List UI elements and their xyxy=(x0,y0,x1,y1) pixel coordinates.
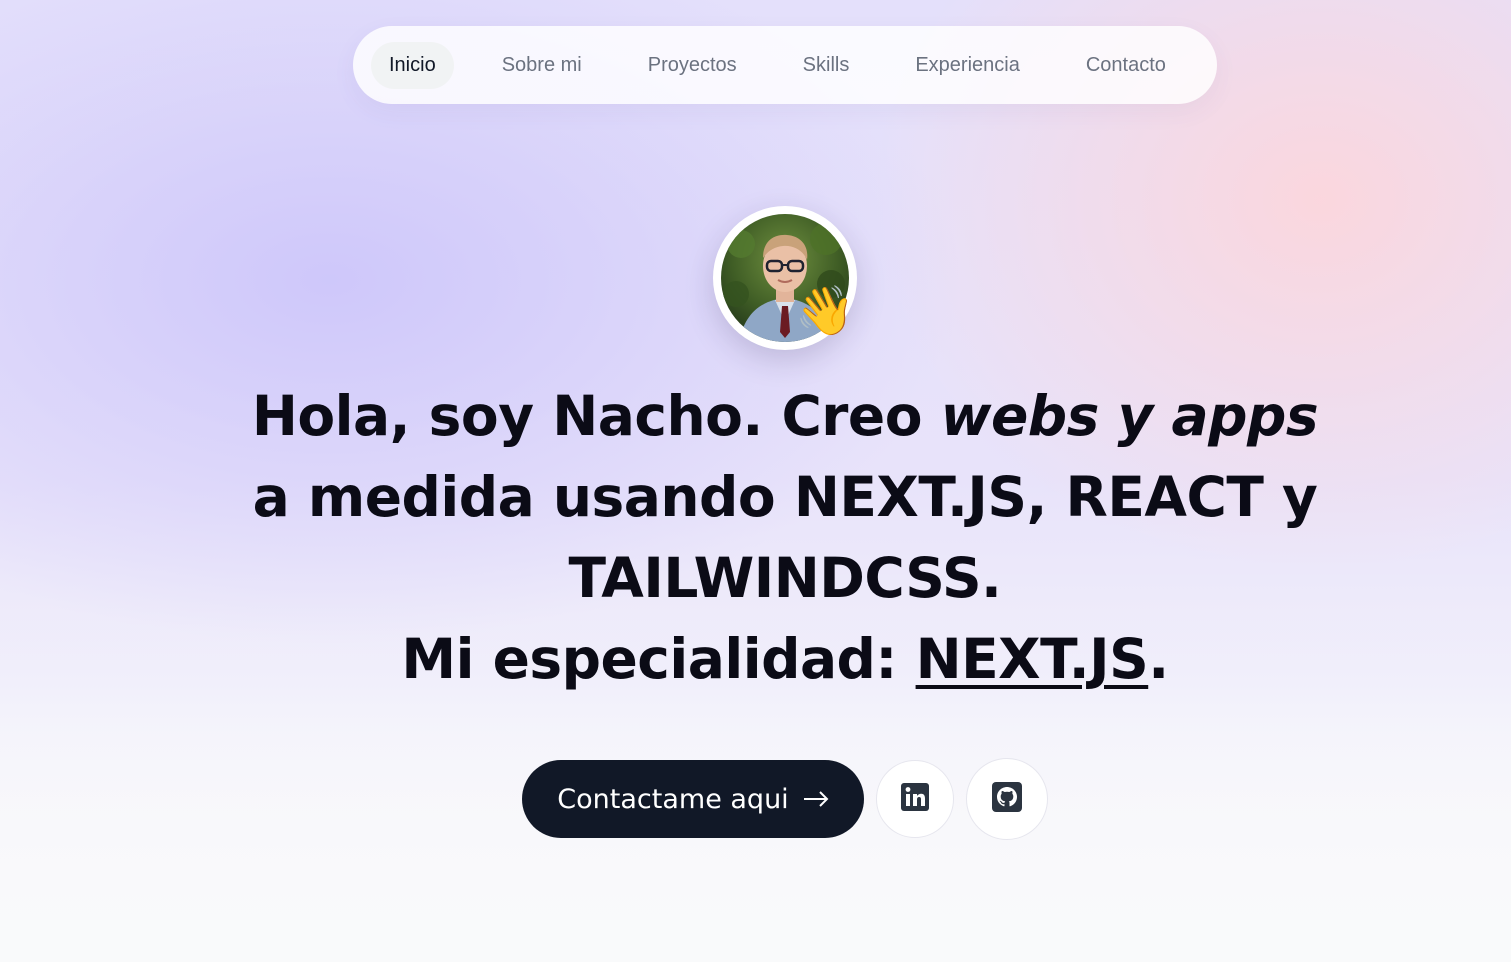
headline-mid: . Creo xyxy=(742,384,941,448)
specialty-value: NEXT.JS xyxy=(915,627,1149,691)
github-icon xyxy=(992,781,1022,817)
arrow-right-icon xyxy=(803,791,829,807)
top-navigation: Inicio Sobre mi Proyectos Skills Experie… xyxy=(353,26,1217,104)
specialty-period: . xyxy=(1148,627,1169,691)
headline-intro: Hola, soy xyxy=(251,384,553,448)
specialty-label: Mi especialidad: xyxy=(401,627,916,691)
hero-headline: Hola, soy Nacho. Creo webs y apps a medi… xyxy=(250,376,1320,700)
headline-rest: a medida usando NEXT.JS, REACT y TAILWIN… xyxy=(252,465,1318,610)
waving-hand-icon: 👋 xyxy=(795,285,855,338)
nav-item-inicio[interactable]: Inicio xyxy=(371,41,454,89)
contact-button-label: Contactame aqui xyxy=(557,783,789,815)
linkedin-button[interactable] xyxy=(876,760,954,838)
contact-button[interactable]: Contactame aqui xyxy=(522,760,864,838)
nav-item-proyectos[interactable]: Proyectos xyxy=(630,42,755,89)
headline-name: Nacho xyxy=(552,384,743,448)
profile-avatar: 👋 xyxy=(713,206,857,350)
linkedin-icon xyxy=(901,782,929,816)
nav-item-contacto[interactable]: Contacto xyxy=(1068,42,1184,89)
headline-italic: webs y apps xyxy=(940,384,1319,448)
github-button[interactable] xyxy=(966,758,1048,840)
nav-item-sobre-mi[interactable]: Sobre mi xyxy=(484,42,600,89)
nav-item-skills[interactable]: Skills xyxy=(785,42,868,89)
nav-item-experiencia[interactable]: Experiencia xyxy=(897,42,1038,89)
